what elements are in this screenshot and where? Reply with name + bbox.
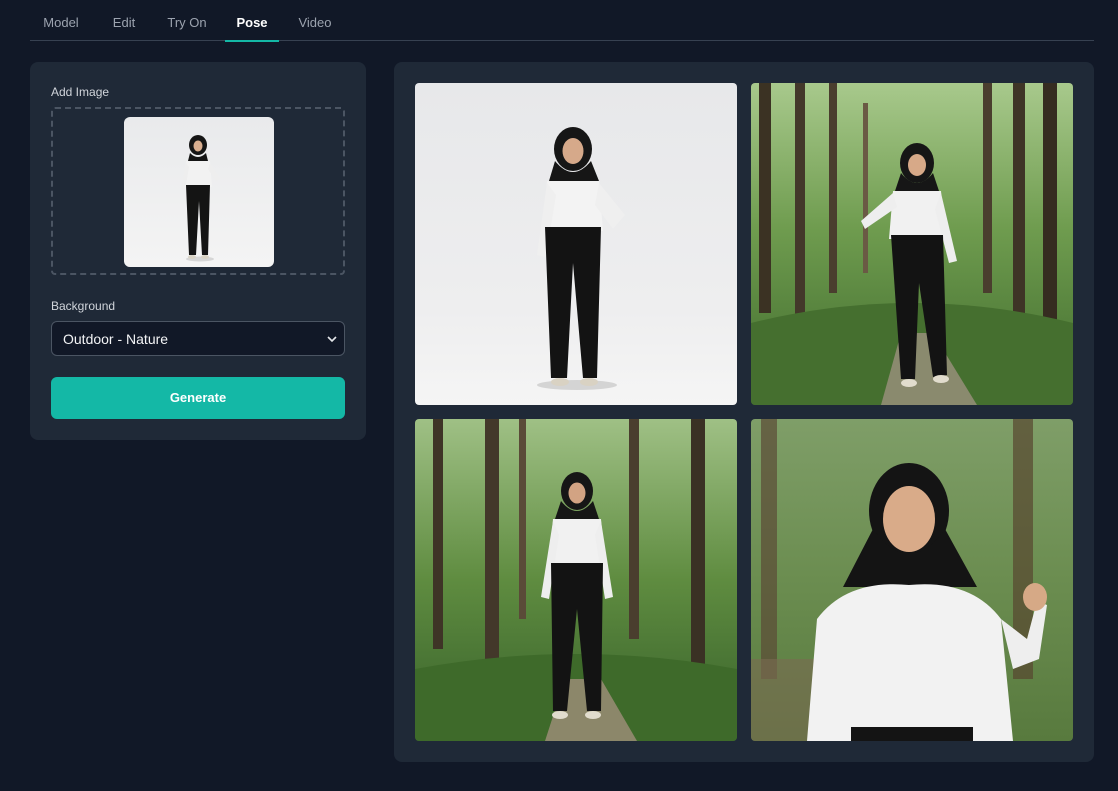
pose-results-panel — [394, 62, 1094, 762]
tab-model[interactable]: Model — [30, 0, 92, 41]
forest-walk-pose-image — [751, 83, 1073, 405]
background-select[interactable]: Outdoor - Nature — [51, 321, 345, 356]
pose-tab-bar: Model Edit Try On Pose Video — [30, 0, 1094, 42]
image-upload-dropzone[interactable] — [51, 107, 345, 275]
studio-pose-image — [415, 83, 737, 405]
result-image-4[interactable] — [751, 419, 1073, 741]
result-image-3[interactable] — [415, 419, 737, 741]
generate-button[interactable]: Generate — [51, 377, 345, 419]
tab-try-on[interactable]: Try On — [160, 0, 214, 41]
uploaded-model-image — [124, 117, 274, 267]
tab-pose[interactable]: Pose — [225, 0, 279, 42]
tab-video[interactable]: Video — [290, 0, 340, 41]
chevron-down-icon — [326, 332, 338, 344]
forest-stand-pose-image — [415, 419, 737, 741]
tab-edit[interactable]: Edit — [102, 0, 146, 41]
result-image-2[interactable] — [751, 83, 1073, 405]
background-label: Background — [51, 299, 116, 313]
uploaded-model-thumbnail — [124, 117, 274, 267]
add-image-label: Add Image — [51, 85, 110, 99]
background-select-value: Outdoor - Nature — [63, 331, 169, 347]
forest-closeup-pose-image — [751, 419, 1073, 741]
pose-controls-panel: Add Image Background Outdoor - Nature Ge… — [30, 62, 366, 440]
result-image-1[interactable] — [415, 83, 737, 405]
